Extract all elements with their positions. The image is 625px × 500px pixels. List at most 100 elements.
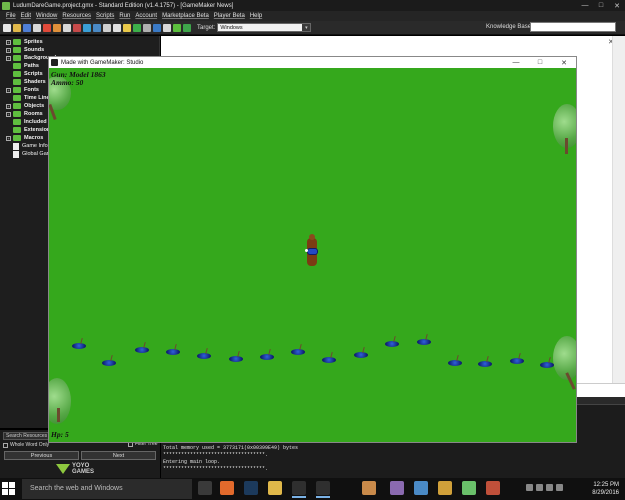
menu-player[interactable]: Player Beta — [214, 13, 245, 19]
new-project-icon[interactable] — [3, 23, 11, 32]
room-icon[interactable] — [163, 23, 171, 32]
menu-file[interactable]: File — [6, 13, 16, 19]
expand-icon[interactable]: + — [6, 111, 11, 117]
game-minimize-button[interactable]: — — [504, 57, 528, 68]
clean-icon[interactable] — [63, 23, 71, 32]
whole-word-option[interactable]: Whole Word Only — [3, 442, 49, 448]
pinned-app-icon[interactable] — [438, 481, 452, 495]
pinned-app-icon[interactable] — [486, 481, 500, 495]
expand-icon[interactable]: + — [6, 103, 11, 109]
notification-icon[interactable] — [526, 484, 533, 491]
menu-window[interactable]: Window — [36, 13, 57, 19]
shader-icon[interactable] — [123, 23, 131, 32]
tree-item-fonts[interactable]: + Fonts — [6, 86, 39, 94]
folder-icon — [13, 103, 21, 109]
settings-icon[interactable] — [173, 23, 181, 32]
battery-icon[interactable] — [556, 484, 563, 491]
tree-item-extensions[interactable]: Extensions — [6, 126, 53, 134]
run-icon[interactable] — [43, 23, 51, 32]
marketplace-icon[interactable] — [183, 23, 191, 32]
background-icon[interactable] — [93, 23, 101, 32]
volume-icon[interactable] — [546, 484, 553, 491]
steam-icon[interactable] — [244, 481, 258, 495]
font-icon[interactable] — [133, 23, 141, 32]
save-project-icon[interactable] — [23, 23, 31, 32]
gamemaker-taskbar-icon[interactable] — [292, 481, 306, 498]
tree-item-objects[interactable]: + Objects — [6, 102, 44, 110]
folder-icon — [13, 55, 21, 61]
tree-item-sounds[interactable]: + Sounds — [6, 46, 44, 54]
enemy-soldier — [260, 348, 274, 360]
file-explorer-icon[interactable] — [268, 481, 282, 495]
tree-item-sprites[interactable]: + Sprites — [6, 38, 43, 46]
menu-run[interactable]: Run — [119, 13, 130, 19]
system-clock[interactable]: 12:25 PM 8/29/2016 — [592, 481, 619, 497]
enemy-soldier — [229, 350, 243, 362]
menu-account[interactable]: Account — [135, 13, 157, 19]
whole-word-checkbox[interactable] — [3, 442, 8, 448]
tree-item-rooms[interactable]: + Rooms — [6, 110, 43, 118]
ide-title-bar: LudumDareGame.project.gmx - Standard Edi… — [0, 0, 625, 11]
target-select[interactable]: Windows ▾ — [217, 23, 312, 32]
menu-scripts[interactable]: Scripts — [96, 13, 114, 19]
menu-edit[interactable]: Edit — [21, 13, 31, 19]
expand-icon[interactable]: + — [6, 47, 11, 53]
firefox-icon[interactable] — [220, 481, 234, 495]
expand-icon[interactable]: + — [6, 135, 11, 141]
game-window-title-bar: Made with GameMaker: Studio — □ ✕ — [49, 57, 576, 68]
taskbar-search-text: Search the web and Windows — [30, 485, 123, 492]
tree-item-label: Sprites — [24, 39, 43, 45]
maximize-button[interactable]: □ — [593, 0, 609, 11]
menu-marketplace[interactable]: Marketplace Beta — [162, 13, 209, 19]
folder-icon — [13, 79, 21, 85]
game-runner-taskbar-icon[interactable] — [316, 481, 330, 498]
tree-item-scripts[interactable]: Scripts — [6, 70, 43, 78]
system-tray — [526, 484, 566, 491]
chevron-down-icon: ▾ — [302, 24, 311, 31]
taskbar: Search the web and Windows 12:25 PM 8/29… — [0, 478, 625, 500]
enemy-soldier — [540, 356, 554, 368]
sprite-icon[interactable] — [73, 23, 81, 32]
expand-icon[interactable]: + — [6, 39, 11, 45]
debug-icon[interactable] — [53, 23, 61, 32]
tree-item-timelines[interactable]: Time Lines — [6, 94, 53, 102]
close-button[interactable]: ✕ — [609, 0, 625, 11]
workspace-scrollbar[interactable] — [612, 36, 625, 396]
export-icon[interactable] — [33, 23, 41, 32]
game-maximize-button[interactable]: □ — [528, 57, 552, 68]
taskbar-search-box[interactable]: Search the web and Windows — [22, 479, 192, 499]
pinned-app-icon[interactable] — [462, 481, 476, 495]
tree-item-shaders[interactable]: Shaders — [6, 78, 46, 86]
tree-item-paths[interactable]: Paths — [6, 62, 39, 70]
expand-icon[interactable]: + — [6, 55, 11, 61]
target-label: Target: — [197, 24, 216, 31]
pinned-app-icon[interactable] — [414, 481, 428, 495]
next-button[interactable]: Next — [81, 451, 156, 460]
windows-start-icon[interactable] — [2, 482, 16, 496]
script-icon[interactable] — [113, 23, 121, 32]
open-project-icon[interactable] — [13, 23, 21, 32]
task-view-icon[interactable] — [198, 481, 212, 495]
game-canvas[interactable]: Gun: Model 1863 Ammo: 50 Hp: 5 — [49, 68, 576, 442]
knowledge-base-input[interactable] — [530, 22, 616, 32]
folder-icon — [13, 135, 21, 141]
network-icon[interactable] — [536, 484, 543, 491]
object-icon[interactable] — [153, 23, 161, 32]
tree-item-label: Rooms — [24, 111, 43, 117]
workspace-hscroll[interactable] — [576, 383, 625, 397]
menu-resources[interactable]: Resources — [62, 13, 91, 19]
tree-item-macros[interactable]: + Macros — [6, 134, 43, 142]
previous-button[interactable]: Previous — [4, 451, 79, 460]
path-icon[interactable] — [103, 23, 111, 32]
hud-hp: Hp: 5 — [51, 430, 69, 439]
tree-item-label: Shaders — [24, 79, 46, 85]
timeline-icon[interactable] — [143, 23, 151, 32]
game-close-button[interactable]: ✕ — [552, 57, 576, 68]
menu-help[interactable]: Help — [250, 13, 262, 19]
minimize-button[interactable]: — — [577, 0, 593, 11]
sound-icon[interactable] — [83, 23, 91, 32]
tree-item-label: Fonts — [24, 87, 39, 93]
pinned-app-icon[interactable] — [390, 481, 404, 495]
pinned-app-icon[interactable] — [362, 481, 376, 495]
expand-icon[interactable]: + — [6, 87, 11, 93]
